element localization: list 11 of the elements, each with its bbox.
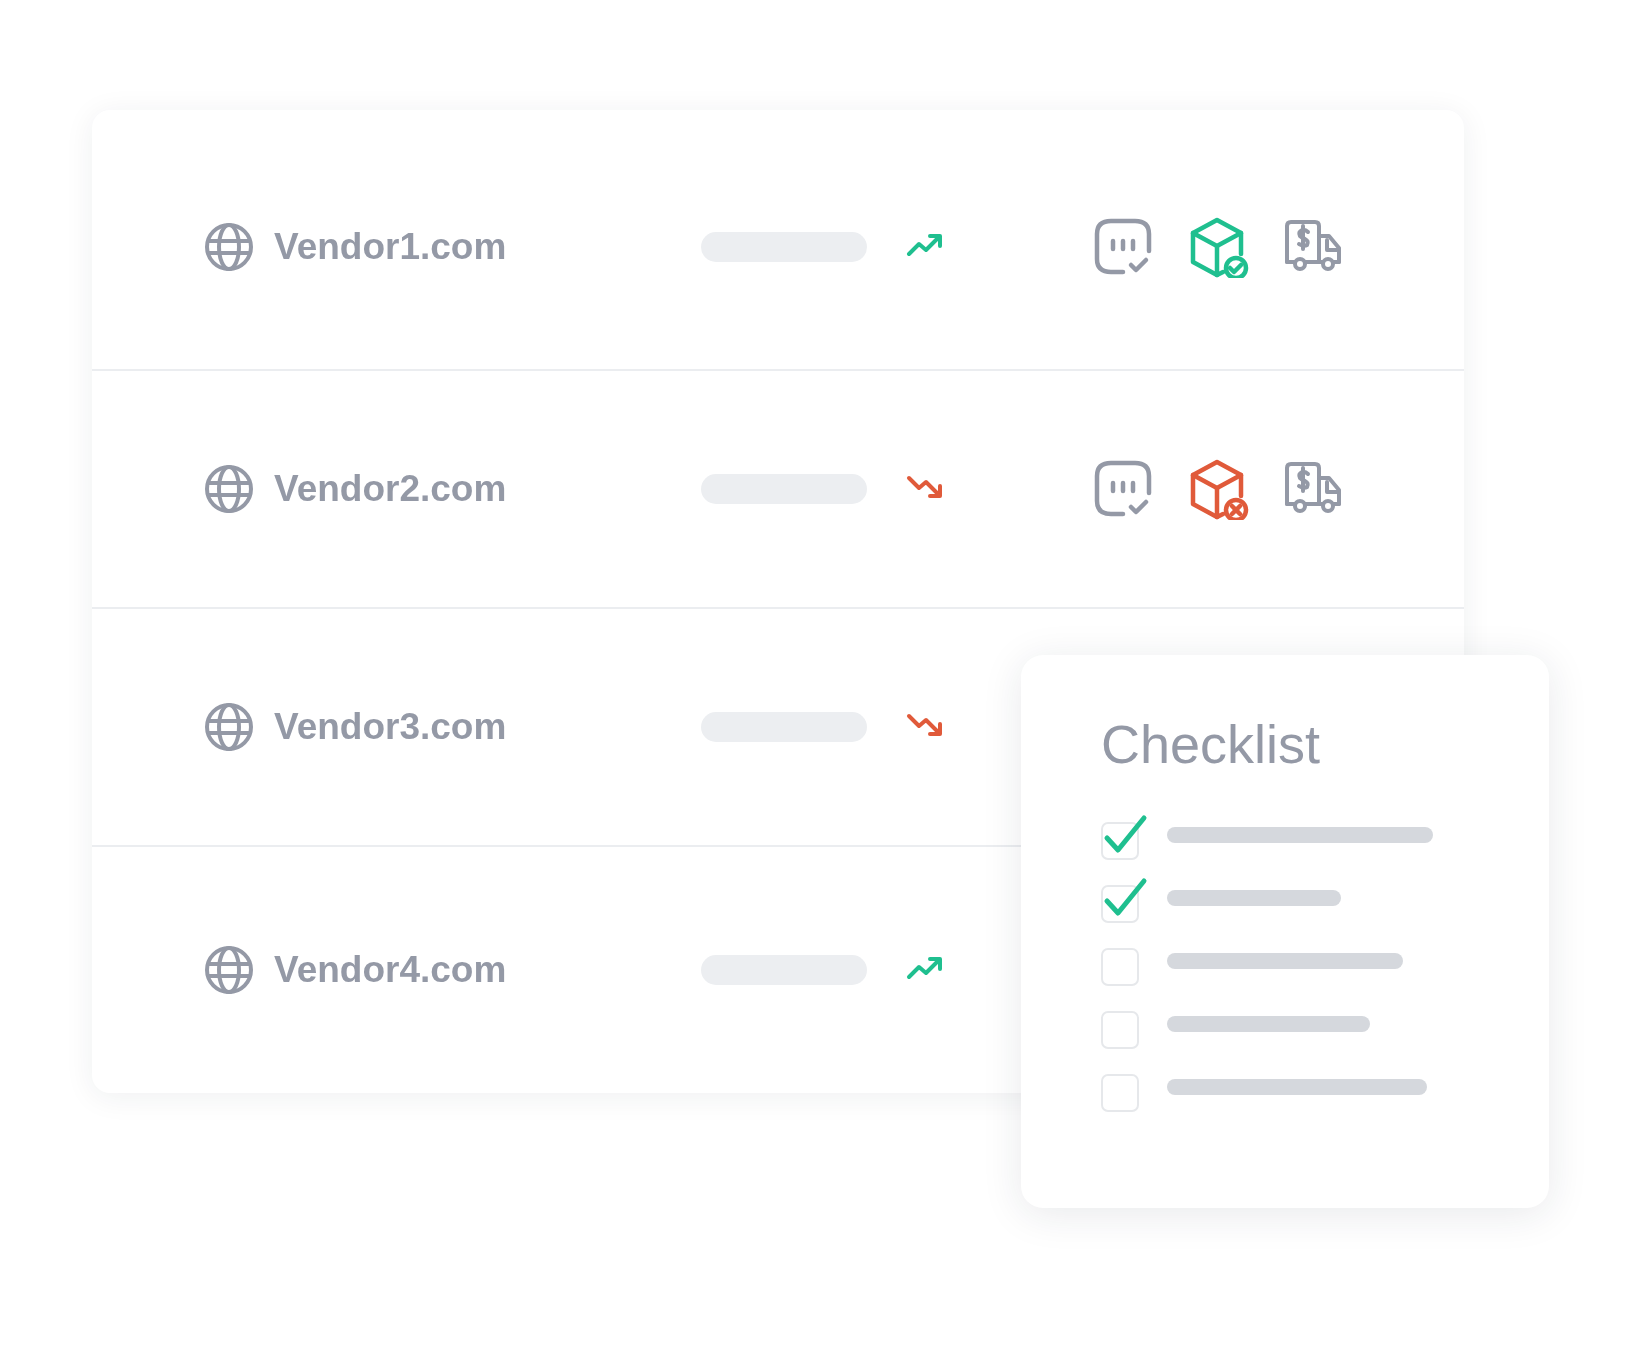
globe-icon (204, 464, 254, 514)
vendor-name: Vendor4.com (273, 949, 508, 991)
vendor-name: Vendor3.com (273, 706, 508, 748)
vendor-name: Vendor1.com (273, 225, 508, 268)
globe-icon (204, 702, 254, 752)
vendor-name: Vendor2.com (273, 468, 508, 510)
checklist-title: Checklist (1101, 713, 1322, 775)
message-check-icon (1093, 216, 1153, 277)
globe-icon (204, 945, 254, 995)
globe-icon (204, 221, 254, 272)
message-check-icon (1093, 459, 1153, 519)
